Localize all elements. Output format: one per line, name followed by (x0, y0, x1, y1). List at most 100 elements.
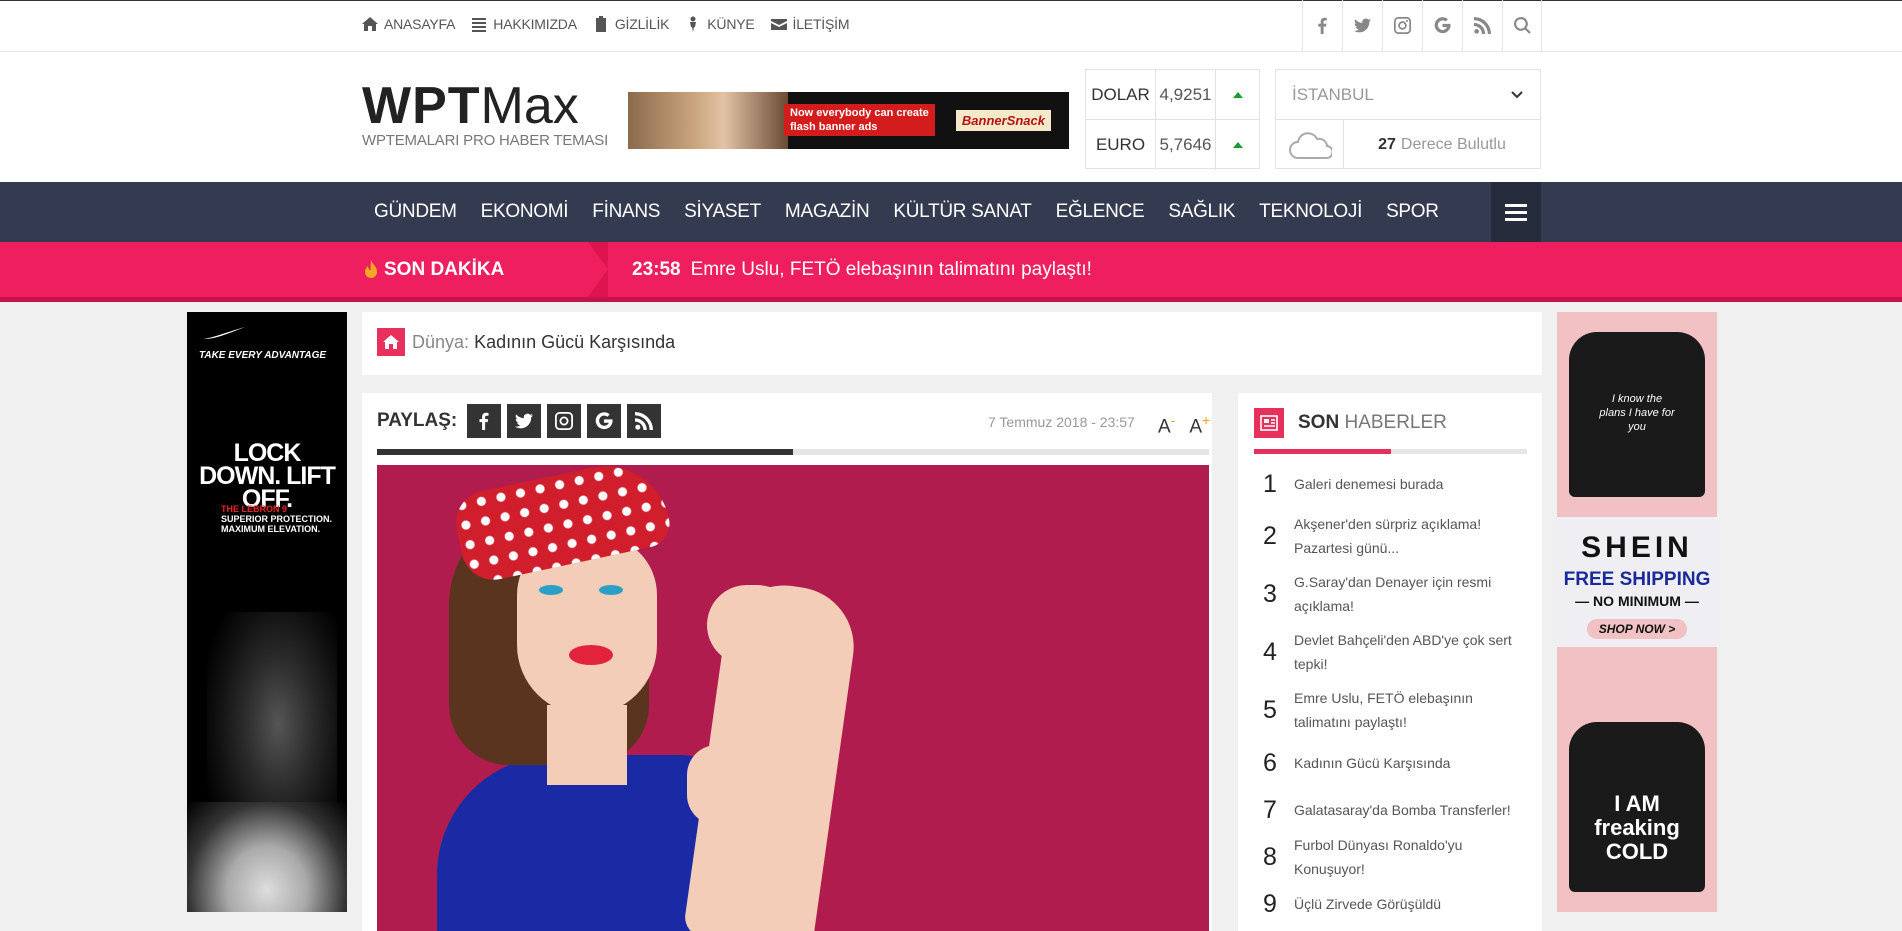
right-skyscraper-ad[interactable]: I know the plans I have for you SHEIN FR… (1557, 312, 1717, 912)
instagram-icon (555, 412, 574, 430)
top-bar (0, 0, 1902, 52)
list-item[interactable]: 9 Üçlü Zirvede Görüşüldü (1254, 890, 1527, 918)
nav-item-gundem[interactable]: GÜNDEM (362, 201, 469, 223)
share-instagram-button[interactable] (547, 404, 582, 438)
search-button[interactable] (1502, 0, 1542, 51)
list-item-number: 6 (1263, 748, 1277, 777)
top-nav-contact[interactable]: İLETİŞİM (770, 16, 850, 32)
ad-right-shop-button[interactable]: SHOP NOW > (1586, 619, 1688, 639)
list-item[interactable]: 6 Kadının Gücü Karşısında (1254, 749, 1527, 777)
ad-right-offer-text: FREE SHIPPING (1563, 569, 1711, 590)
user-icon (690, 16, 697, 32)
top-nav-about[interactable]: HAKKIMIZDA (471, 16, 577, 32)
share-bar: PAYLAŞ: (377, 404, 662, 438)
nav-item-ekonomi[interactable]: EKONOMİ (469, 201, 581, 223)
list-item[interactable]: 2 Akşener'den sürpriz açıklama! Pazartesi… (1254, 511, 1527, 561)
city-select[interactable]: İSTANBUL (1276, 70, 1540, 120)
share-twitter-button[interactable] (507, 404, 542, 438)
breadcrumb-category[interactable]: Dünya: (412, 332, 469, 352)
list-item[interactable]: 4 Devlet Bahçeli'den ABD'ye çok sert tepk… (1254, 627, 1527, 677)
share-rss-button[interactable] (627, 404, 662, 438)
rss-link[interactable] (1462, 0, 1502, 51)
breaking-headline-link[interactable]: 23:58 Emre Uslu, FETÖ elebaşının talimat… (632, 242, 1092, 297)
home-icon (362, 17, 378, 31)
top-nav-label: İLETİŞİM (792, 16, 850, 32)
nav-item-eglence[interactable]: EĞLENCE (1044, 201, 1157, 223)
ad-left-sub1: THE LEBRON 9 (221, 504, 288, 514)
font-decrease-letter: A (1158, 416, 1171, 438)
top-nav-privacy[interactable]: GİZLİLİK (593, 16, 669, 32)
weather-desc: Derece Bulutlu (1400, 135, 1506, 153)
logo-light: Max (480, 77, 579, 135)
google-icon (595, 412, 613, 430)
banner-headline: Now everybody can create flash banner ads (784, 104, 935, 136)
breadcrumb-current: Kadının Gücü Karşısında (474, 332, 676, 352)
currency-name: EURO (1086, 120, 1156, 170)
share-google-button[interactable] (587, 404, 622, 438)
twitter-link[interactable] (1342, 0, 1382, 51)
nav-item-siyaset[interactable]: SİYASET (672, 201, 773, 223)
home-icon (383, 335, 399, 349)
ad-right-sweater-1: I know the plans I have for you (1569, 332, 1705, 497)
site-logo[interactable]: WPTMax WPTEMALARI PRO HABER TEMASI (362, 80, 608, 149)
list-item[interactable]: 3 G.Saray'dan Denayer için resmi açıklama… (1254, 569, 1527, 619)
breadcrumb-home-button[interactable] (377, 328, 405, 356)
nav-item-spor[interactable]: SPOR (1374, 201, 1451, 223)
google-icon (1434, 17, 1451, 34)
left-skyscraper-ad[interactable]: TAKE EVERY ADVANTAGE LOCK DOWN. LIFT OFF… (187, 312, 347, 912)
list-item[interactable]: 7 Galatasaray'da Bomba Transferler! (1254, 796, 1527, 824)
list-item[interactable]: 1 Galeri denemesi burada (1254, 470, 1527, 498)
weather-temp: 27 (1378, 135, 1396, 153)
reading-progress-fill (377, 449, 793, 455)
clipboard-icon (595, 16, 606, 32)
ad-left-sub2: SUPERIOR PROTECTION. (221, 514, 333, 524)
logo-bold: WPT (362, 77, 481, 135)
font-increase-letter: A (1189, 416, 1203, 438)
header-banner-ad[interactable]: Now everybody can create flash banner ads… (628, 92, 1069, 149)
ad-right-offer-sub: — NO MINIMUM — (1575, 593, 1699, 609)
font-decrease-button[interactable]: A- (1158, 412, 1175, 438)
font-size-controls: A- A+ (1158, 412, 1210, 438)
top-nav: ANASAYFA HAKKIMIZDA GİZLİLİK KÜNYE İLETİ… (362, 16, 855, 32)
font-increase-button[interactable]: A+ (1189, 412, 1210, 438)
ad-right-offer: SHEIN FREE SHIPPING — NO MINIMUM — SHOP … (1557, 517, 1717, 647)
list-item[interactable]: 8 Furbol Dünyası Ronaldo'yu Konuşuyor! (1254, 837, 1527, 877)
logo-wordmark: WPTMax (362, 80, 608, 132)
image-hand (687, 745, 797, 825)
breaking-divider (588, 242, 608, 297)
list-item-title: G.Saray'dan Denayer için resmi açıklama! (1294, 574, 1492, 614)
font-increase-sign: + (1202, 412, 1211, 428)
nav-item-saglik[interactable]: SAĞLIK (1156, 201, 1247, 223)
main-nav-items: GÜNDEM EKONOMİ FİNANS SİYASET MAGAZİN KÜ… (362, 182, 1451, 242)
nav-item-kultur-sanat[interactable]: KÜLTÜR SANAT (881, 201, 1043, 223)
list-item-number: 5 (1263, 695, 1277, 724)
banner-brand: BannerSnack (955, 110, 1051, 131)
share-facebook-button[interactable] (467, 404, 502, 438)
logo-tagline: WPTEMALARI PRO HABER TEMASI (362, 132, 609, 149)
banner-line-2: flash banner ads (790, 121, 878, 133)
fire-icon (365, 259, 377, 278)
nike-swoosh-icon (203, 327, 245, 339)
top-nav-imprint[interactable]: KÜNYE (685, 16, 755, 32)
nav-item-magazin[interactable]: MAGAZİN (773, 201, 881, 223)
list-item-title: Üçlü Zirvede Görüşüldü (1294, 896, 1442, 912)
reading-progress-bar (377, 449, 1209, 455)
article-date: 7 Temmuz 2018 - 23:57 (988, 414, 1135, 430)
menu-button[interactable] (1491, 182, 1541, 242)
top-nav-label: GİZLİLİK (614, 16, 670, 32)
google-link[interactable] (1422, 0, 1462, 51)
facebook-link[interactable] (1302, 0, 1342, 51)
nav-item-finans[interactable]: FİNANS (580, 201, 672, 223)
breadcrumb-trail: Dünya: Kadının Gücü Karşısında (412, 332, 675, 353)
instagram-link[interactable] (1382, 0, 1422, 51)
twitter-icon (515, 413, 534, 429)
banner-line-1: Now everybody can create (790, 107, 929, 119)
nav-item-teknoloji[interactable]: TEKNOLOJİ (1247, 201, 1374, 223)
ad-left-smoke-image (187, 802, 347, 912)
cloud-icon (1276, 120, 1344, 169)
list-item[interactable]: 5 Emre Uslu, FETÖ elebaşının talimatını p… (1254, 685, 1527, 735)
ad-left-sub3: MAXIMUM ELEVATION. (221, 524, 321, 534)
ad-right-shirt2-text: I AM freaking COLD (1594, 791, 1680, 864)
list-item-number: 7 (1263, 795, 1277, 824)
top-nav-home[interactable]: ANASAYFA (362, 16, 455, 32)
